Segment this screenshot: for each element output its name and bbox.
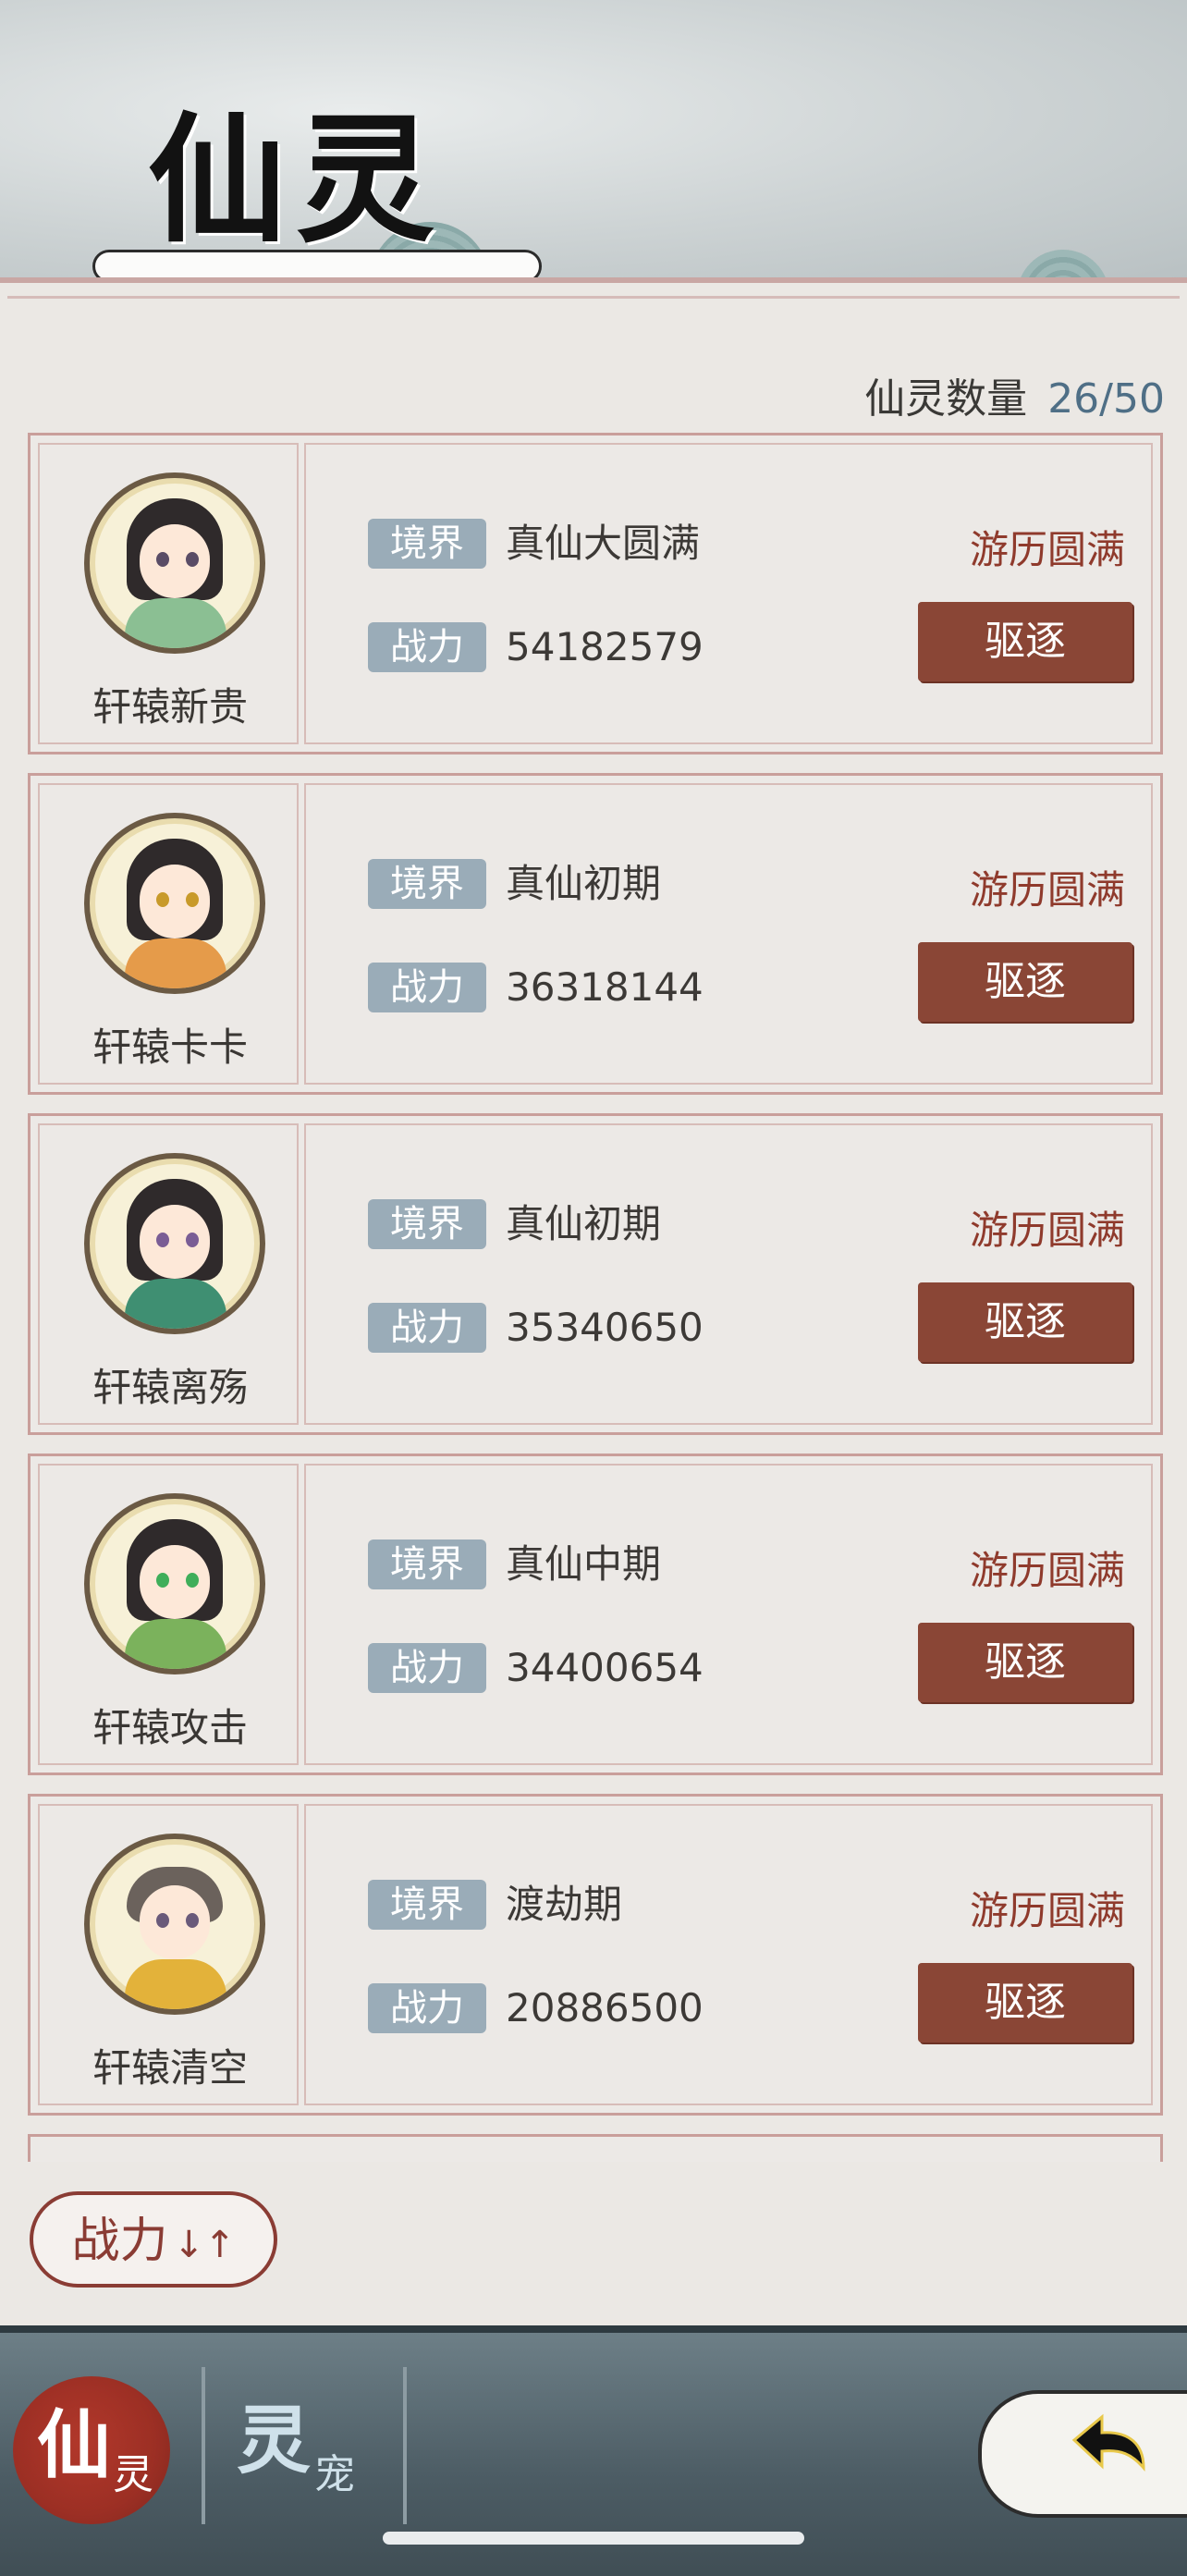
tab-divider	[403, 2367, 407, 2524]
status-text: 游历圆满	[969, 527, 1125, 572]
status-text: 游历圆满	[969, 1548, 1125, 1593]
status-text: 游历圆满	[969, 867, 1125, 913]
spirit-portrait-frame: 轩辕卡卡	[38, 783, 299, 1085]
power-tag: 战力	[368, 622, 486, 672]
avatar[interactable]	[84, 1493, 265, 1674]
spirit-name: 轩辕攻击	[92, 1705, 248, 1750]
spirit-name: 轩辕离殇	[92, 1365, 248, 1410]
realm-value: 真仙初期	[506, 1201, 662, 1246]
spirit-card: 轩辕攻击 境界 真仙中期 战力 34400654 游历圆满 驱逐	[28, 1454, 1163, 1775]
power-value: 36318144	[506, 964, 704, 1010]
realm-tag: 境界	[368, 859, 486, 909]
spirit-name: 轩辕新贵	[92, 684, 248, 730]
spirit-info: 境界 真仙初期 战力 36318144 游历圆满 驱逐	[304, 783, 1153, 1085]
expel-button[interactable]: 驱逐	[918, 602, 1132, 681]
spirit-card: 轩辕清空 境界 渡劫期 战力 20886500 游历圆满 驱逐	[28, 1794, 1163, 2116]
spirit-portrait-frame: 轩辕攻击	[38, 1464, 299, 1765]
sort-label: 战力	[71, 2214, 168, 2269]
realm-value: 真仙中期	[506, 1541, 662, 1587]
home-indicator	[383, 2532, 804, 2545]
power-tag: 战力	[368, 1983, 486, 2033]
realm-tag: 境界	[368, 1199, 486, 1249]
realm-tag: 境界	[368, 519, 486, 569]
power-value: 34400654	[506, 1645, 704, 1690]
spirit-card: 轩辕卡卡 境界 真仙初期 战力 36318144 游历圆满 驱逐	[28, 773, 1163, 1095]
back-arrow-icon	[1071, 2413, 1145, 2472]
spirit-card: 轩辕离殇 境界 真仙初期 战力 35340650 游历圆满 驱逐	[28, 1113, 1163, 1435]
realm-value: 真仙大圆满	[506, 521, 701, 566]
avatar[interactable]	[84, 1153, 265, 1334]
realm-value: 真仙初期	[506, 861, 662, 906]
back-button[interactable]	[978, 2390, 1187, 2518]
page-title: 仙灵	[148, 99, 445, 262]
realm-value: 渡劫期	[506, 1882, 623, 1927]
spirit-portrait-frame: 轩辕离殇	[38, 1123, 299, 1425]
power-value: 20886500	[506, 1985, 704, 2030]
spirit-info: 境界 真仙大圆满 战力 54182579 游历圆满 驱逐	[304, 443, 1153, 744]
spirit-portrait-frame: 轩辕新贵	[38, 443, 299, 744]
spirit-name: 轩辕清空	[92, 2045, 248, 2091]
spirit-info: 境界 渡劫期 战力 20886500 游历圆满 驱逐	[304, 1804, 1153, 2105]
expel-button[interactable]: 驱逐	[918, 1623, 1132, 1702]
expel-button[interactable]: 驱逐	[918, 1963, 1132, 2042]
power-value: 35340650	[506, 1305, 704, 1350]
avatar[interactable]	[84, 813, 265, 994]
sort-arrows-icon: ↓↑	[173, 2224, 236, 2266]
power-tag: 战力	[368, 963, 486, 1012]
spirit-name: 轩辕卡卡	[92, 1024, 248, 1070]
realm-tag: 境界	[368, 1539, 486, 1589]
tab-xian-ling-main: 仙	[37, 2402, 111, 2488]
avatar[interactable]	[84, 1834, 265, 2015]
spirit-portrait-frame: 轩辕清空	[38, 1804, 299, 2105]
spirit-card-partial	[28, 2134, 1163, 2162]
power-tag: 战力	[368, 1303, 486, 1353]
expel-button[interactable]: 驱逐	[918, 1282, 1132, 1362]
spirit-count: 仙灵数量 26/50	[864, 365, 1165, 424]
realm-tag: 境界	[368, 1880, 486, 1930]
power-tag: 战力	[368, 1643, 486, 1693]
tab-xian-ling-sub: 灵	[113, 2451, 153, 2498]
tab-ling-chong-sub: 宠	[314, 2451, 355, 2498]
power-value: 54182579	[506, 624, 704, 669]
status-text: 游历圆满	[969, 1208, 1125, 1253]
avatar[interactable]	[84, 472, 265, 654]
expel-button[interactable]: 驱逐	[918, 942, 1132, 1022]
tab-ling-chong-main: 灵	[237, 2398, 311, 2484]
spirit-info: 境界 真仙初期 战力 35340650 游历圆满 驱逐	[304, 1123, 1153, 1425]
spirit-card: 轩辕新贵 境界 真仙大圆满 战力 54182579 游历圆满 驱逐	[28, 433, 1163, 754]
status-text: 游历圆满	[969, 1888, 1125, 1933]
spirit-info: 境界 真仙中期 战力 34400654 游历圆满 驱逐	[304, 1464, 1153, 1765]
tab-divider	[202, 2367, 205, 2524]
spirit-count-label: 仙灵数量	[864, 375, 1028, 423]
sort-by-power-button[interactable]: 战力 ↓↑	[30, 2191, 277, 2288]
spirit-count-value: 26/50	[1047, 375, 1165, 423]
